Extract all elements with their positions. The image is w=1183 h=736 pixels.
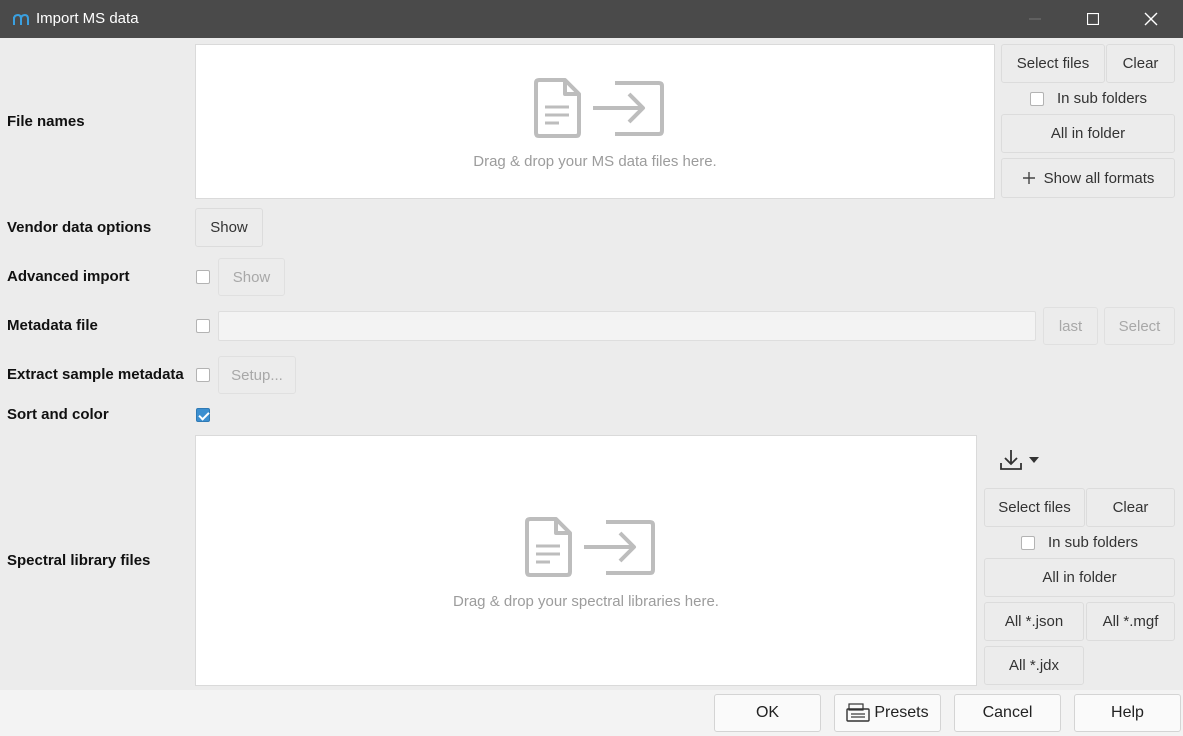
- show-all-formats-label: Show all formats: [1043, 169, 1155, 187]
- setup-button[interactable]: Setup...: [218, 356, 296, 394]
- clear-files-button[interactable]: Clear: [1106, 44, 1175, 83]
- file-names-label: File names: [7, 113, 85, 130]
- sort-color-checkbox[interactable]: [196, 408, 210, 422]
- ms-data-drop-zone[interactable]: Drag & drop your MS data files here.: [195, 44, 995, 199]
- advanced-show-button[interactable]: Show: [218, 258, 285, 296]
- spectral-drop-text: Drag & drop your spectral libraries here…: [453, 593, 719, 610]
- caret-down-icon: [1029, 457, 1039, 463]
- metadata-select-button[interactable]: Select: [1104, 307, 1175, 345]
- library-select-files-button[interactable]: Select files: [984, 488, 1085, 527]
- in-sub-folders-checkbox[interactable]: [1030, 92, 1044, 106]
- metadata-file-label: Metadata file: [7, 317, 98, 334]
- document-icon: [534, 78, 581, 138]
- cancel-button[interactable]: Cancel: [954, 694, 1061, 732]
- maximize-button[interactable]: [1064, 0, 1122, 38]
- close-icon: [1144, 12, 1158, 26]
- extract-metadata-checkbox[interactable]: [196, 368, 210, 382]
- library-in-sub-folders-label: In sub folders: [1048, 534, 1139, 551]
- ok-button[interactable]: OK: [714, 694, 821, 732]
- show-all-formats-button[interactable]: Show all formats: [1001, 158, 1175, 198]
- presets-button[interactable]: Presets: [834, 694, 941, 732]
- vendor-show-button[interactable]: Show: [195, 208, 263, 247]
- window-title: Import MS data: [36, 10, 139, 27]
- import-arrow-icon: [584, 520, 655, 575]
- advanced-import-label: Advanced import: [7, 268, 130, 285]
- title-bar: Import MS data: [0, 0, 1183, 38]
- all-json-button[interactable]: All *.json: [984, 602, 1084, 641]
- metadata-last-button[interactable]: last: [1043, 307, 1098, 345]
- ms-drop-text: Drag & drop your MS data files here.: [473, 153, 717, 170]
- metadata-file-checkbox[interactable]: [196, 319, 210, 333]
- help-button[interactable]: Help: [1074, 694, 1181, 732]
- library-clear-button[interactable]: Clear: [1086, 488, 1175, 527]
- spectral-library-drop-zone[interactable]: Drag & drop your spectral libraries here…: [195, 435, 977, 686]
- library-all-in-folder-button[interactable]: All in folder: [984, 558, 1175, 597]
- all-jdx-button[interactable]: All *.jdx: [984, 646, 1084, 685]
- minimize-icon: [1029, 18, 1041, 20]
- import-arrow-icon: [593, 81, 664, 136]
- presets-icon: [846, 703, 871, 722]
- download-icon: [1000, 450, 1022, 470]
- spectral-library-label: Spectral library files: [7, 552, 151, 569]
- document-icon: [525, 517, 572, 577]
- metadata-file-input[interactable]: [218, 311, 1036, 341]
- vendor-options-label: Vendor data options: [7, 219, 152, 236]
- download-library-dropdown[interactable]: [998, 446, 1048, 474]
- select-files-button[interactable]: Select files: [1001, 44, 1105, 83]
- presets-label: Presets: [874, 704, 929, 721]
- maximize-icon: [1087, 13, 1099, 25]
- all-in-folder-button[interactable]: All in folder: [1001, 114, 1175, 153]
- minimize-button[interactable]: [1006, 0, 1064, 38]
- advanced-import-checkbox[interactable]: [196, 270, 210, 284]
- in-sub-folders-label: In sub folders: [1057, 90, 1148, 107]
- all-mgf-button[interactable]: All *.mgf: [1086, 602, 1175, 641]
- plus-icon: [1022, 172, 1035, 184]
- close-button[interactable]: [1122, 0, 1180, 38]
- library-in-sub-folders-checkbox[interactable]: [1021, 536, 1035, 550]
- app-logo-icon: [13, 13, 29, 25]
- extract-metadata-label: Extract sample metadata: [7, 366, 184, 383]
- sort-color-label: Sort and color: [7, 406, 109, 423]
